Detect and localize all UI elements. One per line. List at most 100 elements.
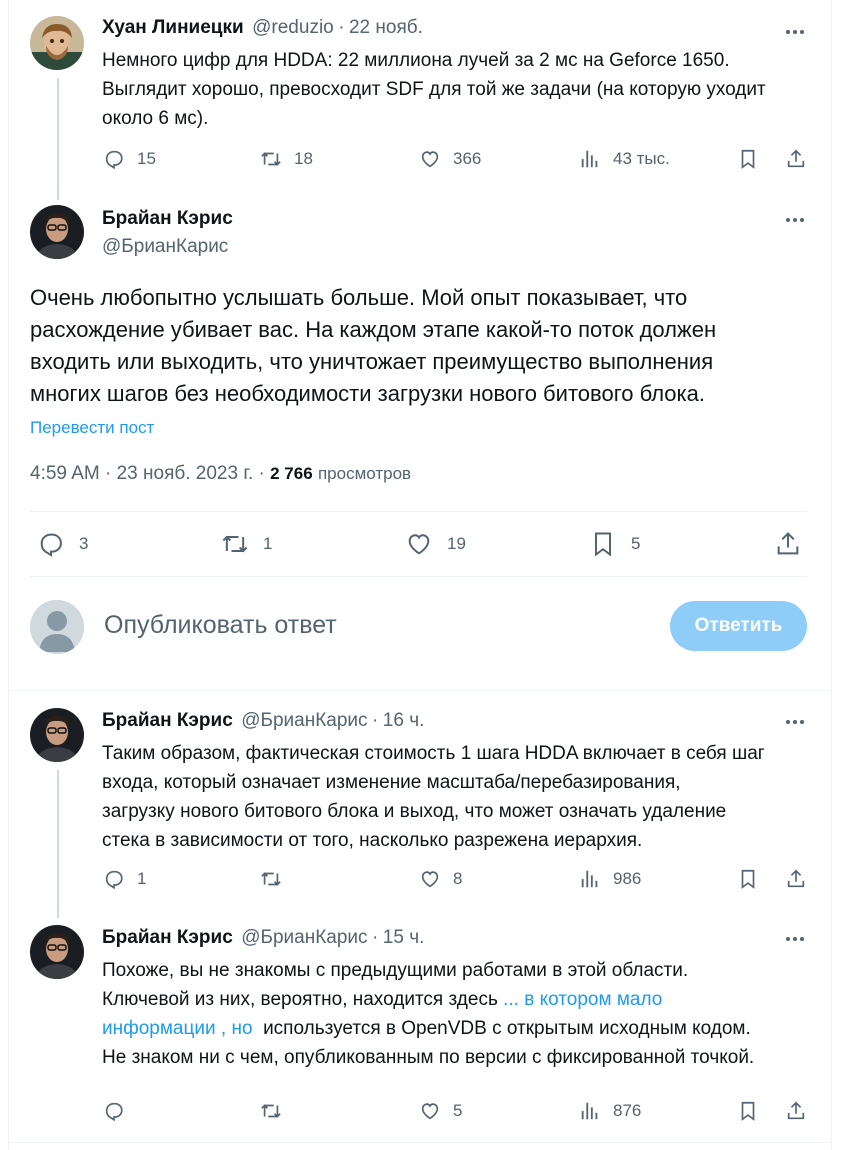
translate-link[interactable]: Перевести пост xyxy=(30,418,154,438)
post-link[interactable]: информации , но xyxy=(102,1018,253,1039)
like-icon xyxy=(421,1103,439,1120)
post-text-line: Очень любопытно услышать больше. Мой опы… xyxy=(30,285,688,310)
views-count: 43 тыс. xyxy=(613,149,670,168)
like-count: 5 xyxy=(453,1101,463,1120)
like-button[interactable]: 8 xyxy=(419,868,462,890)
views-button[interactable]: 986 xyxy=(579,868,641,890)
reply-count: 15 xyxy=(137,149,156,168)
reply-button[interactable]: 1 xyxy=(103,868,146,890)
retweet-icon xyxy=(261,872,281,886)
divider xyxy=(8,690,831,691)
like-button[interactable]: 19 xyxy=(405,530,466,558)
retweet-icon xyxy=(222,535,248,553)
bookmark-count: 5 xyxy=(631,534,641,553)
avatar[interactable] xyxy=(30,205,84,259)
post-text-line: стека в зависимости от того, насколько р… xyxy=(102,830,643,851)
avatar[interactable] xyxy=(30,708,84,762)
share-icon[interactable] xyxy=(785,1100,807,1122)
bookmark-icon[interactable] xyxy=(737,148,759,170)
author-name[interactable]: Брайан Кэрис xyxy=(102,927,233,948)
like-count: 366 xyxy=(453,149,482,168)
reply-submit-button[interactable]: Ответить xyxy=(670,601,807,651)
author-name[interactable]: Брайан Кэрис xyxy=(102,208,233,230)
views-count: 986 xyxy=(613,869,642,888)
more-icon[interactable] xyxy=(783,20,807,44)
retweet-button[interactable]: 1 xyxy=(221,530,272,558)
post-link[interactable]: ... в котором мало xyxy=(503,989,662,1010)
views-count: 876 xyxy=(613,1101,642,1120)
post-text-line: Выглядит хорошо, превосходит SDF для той… xyxy=(102,79,766,100)
post-text-line: Похоже, вы не знакомы с предыдущими рабо… xyxy=(102,960,689,981)
post-text-line: входа, который означает изменение масшта… xyxy=(102,772,681,793)
post-text-segment: используется в OpenVDB с открытым исходн… xyxy=(252,1018,751,1039)
post-timestamp[interactable]: 4:59 AM · 23 нояб. 2023 г. · xyxy=(30,463,265,484)
bookmark-button[interactable]: 5 xyxy=(589,530,640,558)
separator: · xyxy=(372,710,379,731)
post-text-line: около 6 мс). xyxy=(102,108,209,129)
user-avatar[interactable] xyxy=(30,600,84,654)
reply-icon xyxy=(105,870,123,890)
more-icon[interactable] xyxy=(783,208,807,232)
thread-line xyxy=(57,78,59,200)
retweet-count: 18 xyxy=(294,149,313,168)
share-icon[interactable] xyxy=(785,868,807,890)
like-icon xyxy=(408,534,430,555)
reply-button[interactable]: 3 xyxy=(37,530,88,558)
post-date[interactable]: 15 ч. xyxy=(383,927,425,948)
author-handle[interactable]: @БрианКарис xyxy=(241,710,367,731)
separator: · xyxy=(372,927,379,948)
views-icon xyxy=(581,1102,598,1120)
author-name[interactable]: Брайан Кэрис xyxy=(102,710,233,731)
avatar[interactable] xyxy=(30,16,84,70)
retweet-button[interactable]: 18 xyxy=(260,148,313,170)
views-count: 2 766 xyxy=(270,464,313,483)
author-handle[interactable]: @reduzio xyxy=(252,17,334,38)
post-text-line: Немного цифр для HDDA: 22 миллиона лучей… xyxy=(102,50,730,71)
bookmark-icon[interactable] xyxy=(737,868,759,890)
retweet-button[interactable] xyxy=(260,1100,294,1122)
divider xyxy=(30,511,807,512)
author-handle[interactable]: @БрианКарис xyxy=(102,236,228,258)
views-button[interactable]: 43 тыс. xyxy=(579,148,670,170)
post-text-line: загрузку нового битового блока и выход, … xyxy=(102,801,727,822)
share-icon[interactable] xyxy=(785,148,807,170)
bookmark-icon xyxy=(595,532,611,557)
post-date[interactable]: 16 ч. xyxy=(383,710,425,731)
like-count: 19 xyxy=(447,534,466,553)
reply-input[interactable]: Опубликовать ответ xyxy=(104,611,337,640)
like-button[interactable]: 366 xyxy=(419,148,481,170)
retweet-icon xyxy=(261,1104,281,1118)
reply-icon xyxy=(105,150,123,170)
reply-count: 3 xyxy=(79,534,89,553)
like-button[interactable]: 5 xyxy=(419,1100,462,1122)
author-handle[interactable]: @БрианКарис xyxy=(241,927,367,948)
author-name[interactable]: Хуан Линиецки xyxy=(102,17,244,38)
views-button[interactable]: 876 xyxy=(579,1100,641,1122)
views-icon xyxy=(581,150,598,168)
more-icon[interactable] xyxy=(783,710,807,734)
avatar[interactable] xyxy=(30,925,84,979)
views-label: просмотров xyxy=(317,464,412,483)
post-text-line: многих шагов без необходимости загрузки … xyxy=(30,381,705,406)
like-count: 8 xyxy=(453,869,463,888)
share-icon[interactable] xyxy=(774,530,802,558)
post-text-line: Таким образом, фактическая стоимость 1 ш… xyxy=(102,743,765,764)
retweet-icon xyxy=(261,152,281,166)
views-icon xyxy=(581,870,598,888)
reply-icon xyxy=(105,1102,123,1122)
reply-count: 1 xyxy=(137,869,147,888)
divider xyxy=(30,576,807,577)
reply-button[interactable]: 15 xyxy=(103,148,156,170)
post-text-segment: Ключевой из них, вероятно, находится зде… xyxy=(102,989,504,1010)
post-date[interactable]: 22 нояб. xyxy=(349,17,423,38)
divider xyxy=(8,1142,831,1143)
like-icon xyxy=(421,871,439,888)
retweet-button[interactable] xyxy=(260,868,294,890)
reply-icon xyxy=(40,533,62,557)
more-icon[interactable] xyxy=(783,927,807,951)
post-text-line: Не знаком ни с чем, опубликованным по ве… xyxy=(102,1047,755,1068)
reply-button[interactable] xyxy=(103,1100,137,1122)
separator: · xyxy=(338,17,345,38)
post-text-line: расхождение убивает вас. На каждом этапе… xyxy=(30,317,717,342)
bookmark-icon[interactable] xyxy=(737,1100,759,1122)
